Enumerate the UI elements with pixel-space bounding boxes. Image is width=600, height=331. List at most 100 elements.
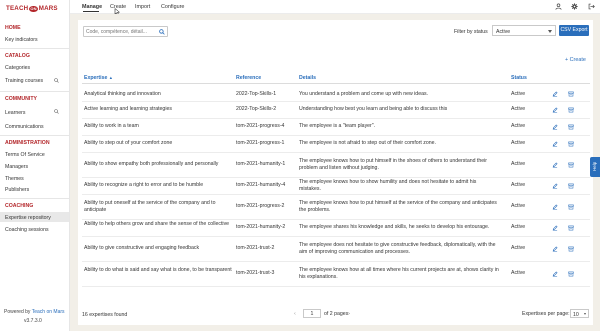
search-field[interactable] — [83, 26, 168, 37]
powered-by: Powered by Teach on Mars — [4, 309, 65, 315]
status-filter-value: Active — [496, 28, 511, 35]
archive-icon[interactable] — [568, 91, 574, 97]
section-administration: ADMINISTRATION — [5, 140, 50, 146]
archive-icon[interactable] — [568, 271, 574, 277]
archive-icon[interactable] — [568, 107, 574, 113]
archive-icon[interactable] — [568, 225, 574, 231]
details-cell: The employee is a "team player". — [299, 123, 376, 129]
edit-icon[interactable] — [552, 245, 558, 252]
edit-icon[interactable] — [552, 224, 558, 231]
user-icon[interactable] — [555, 3, 562, 10]
row-divider — [82, 261, 590, 262]
sidebar-item-categories[interactable]: Categories — [5, 65, 30, 71]
archive-icon[interactable] — [568, 246, 574, 252]
search-icon[interactable] — [54, 78, 59, 83]
sidebar-item-learners[interactable]: Learners — [5, 110, 25, 116]
status-cell: Active — [511, 161, 526, 167]
sort-asc-icon: ▲ — [108, 75, 113, 80]
tab-import[interactable]: Import — [135, 4, 150, 10]
archive-icon[interactable] — [568, 141, 574, 147]
row-divider — [82, 101, 590, 102]
expertise-cell: Ability to work in a team — [84, 123, 139, 129]
help-tab[interactable]: Help — [590, 157, 600, 177]
page-number-input[interactable]: 1 — [303, 309, 321, 318]
prev-page-icon[interactable]: ‹ — [294, 311, 296, 317]
search-icon[interactable] — [54, 109, 59, 114]
edit-icon[interactable] — [552, 106, 558, 113]
create-button[interactable]: + Create — [565, 57, 586, 63]
edit-icon[interactable] — [552, 91, 558, 97]
tab-configure[interactable]: Configure — [161, 4, 184, 10]
teach-on-mars-logo[interactable]: TEACH ON MARS — [6, 5, 58, 12]
sidebar-item-themes[interactable]: Themes — [5, 176, 24, 182]
section-home: HOME — [5, 25, 21, 31]
status-cell: Active — [511, 182, 526, 188]
create-label: Create — [569, 57, 586, 63]
column-header-status[interactable]: Status — [511, 75, 527, 81]
archive-icon[interactable] — [568, 183, 574, 189]
section-coaching: COACHING — [5, 203, 34, 209]
details-cell: The employee knows how to put himself in… — [299, 157, 488, 171]
sidebar-item-managers[interactable]: Managers — [5, 164, 28, 170]
sidebar-item-terms-of-service[interactable]: Terms Of Service — [5, 152, 45, 158]
tab-manage[interactable]: Manage — [82, 4, 102, 10]
active-tab-underline — [83, 11, 99, 12]
details-cell: The employee knows how to show humility … — [299, 178, 477, 192]
expertise-cell: Analytical thinking and innovation — [84, 90, 161, 97]
edit-icon[interactable] — [552, 203, 558, 210]
column-header-reference[interactable]: Reference — [236, 75, 261, 81]
per-page-label: Expertises per page: — [522, 311, 570, 317]
reference-cell: 2022-Top-Skills-2 — [236, 106, 277, 112]
logout-icon[interactable] — [588, 3, 595, 10]
column-header-details[interactable]: Details — [299, 75, 316, 81]
edit-icon[interactable] — [552, 140, 558, 147]
status-cell: Active — [511, 203, 526, 209]
chevron-down-icon — [548, 29, 552, 33]
archive-icon[interactable] — [568, 204, 574, 210]
edit-icon[interactable] — [552, 270, 558, 277]
sidebar-item-communications[interactable]: Communications — [5, 124, 44, 130]
details-cell: Understanding how best you learn and bei… — [299, 106, 448, 112]
csv-export-button[interactable]: CSV Export — [559, 25, 589, 36]
status-cell: Active — [511, 224, 526, 230]
divider — [0, 198, 69, 199]
section-community: COMMUNITY — [5, 96, 37, 102]
archive-icon[interactable] — [568, 124, 574, 130]
sidebar-item-coaching-sessions[interactable]: Coaching sessions — [5, 227, 49, 233]
per-page-select[interactable]: 10 — [570, 309, 589, 318]
search-icon[interactable] — [159, 29, 165, 35]
status-filter-select[interactable]: Active — [492, 25, 556, 36]
expertise-cell: Ability to step out of your comfort zone — [84, 140, 173, 146]
edit-icon[interactable] — [552, 161, 558, 168]
sidebar-item-training-courses[interactable]: Training courses — [5, 78, 43, 84]
edit-icon[interactable] — [552, 182, 558, 189]
expertise-cell: Ability to help others grow and share th… — [84, 220, 230, 227]
status-cell: Active — [511, 90, 526, 97]
sidebar-item-publishers[interactable]: Publishers — [5, 187, 29, 193]
status-cell: Active — [511, 245, 526, 251]
archive-icon[interactable] — [568, 162, 574, 168]
details-cell: The employee is not afraid to step out o… — [299, 140, 436, 146]
sidebar-item-expertise-repository[interactable]: Expertise repository — [5, 215, 51, 221]
column-header-expertise[interactable]: Expertise ▲ — [84, 75, 113, 81]
gear-icon[interactable] — [571, 3, 578, 10]
expertise-cell: Active learning and learning strategies — [84, 106, 172, 112]
reference-cell: tom-2021-trust-2 — [236, 245, 275, 251]
reference-cell: tom-2021-progress-4 — [236, 123, 285, 129]
reference-cell: 2022-Top-Skills-1 — [236, 90, 277, 97]
row-divider — [82, 118, 590, 119]
sidebar-item-key-indicators[interactable]: Key indicators — [5, 37, 38, 43]
row-divider — [82, 135, 590, 136]
reference-cell: tom-2021-progress-2 — [236, 203, 285, 209]
divider — [0, 48, 69, 49]
reference-cell: tom-2021-trust-3 — [236, 270, 275, 276]
section-catalog: CATALOG — [5, 53, 30, 59]
per-page-value: 10 — [573, 311, 579, 318]
next-page-icon[interactable]: › — [348, 311, 350, 317]
edit-icon[interactable] — [552, 123, 558, 130]
row-divider — [82, 194, 590, 195]
sidebar: TEACH ON MARS HOME Key indicators CATALOG … — [0, 0, 70, 331]
reference-cell: tom-2021-humanity-4 — [236, 182, 286, 188]
search-input[interactable] — [86, 28, 156, 36]
powered-by-link[interactable]: Teach on Mars — [32, 309, 65, 315]
